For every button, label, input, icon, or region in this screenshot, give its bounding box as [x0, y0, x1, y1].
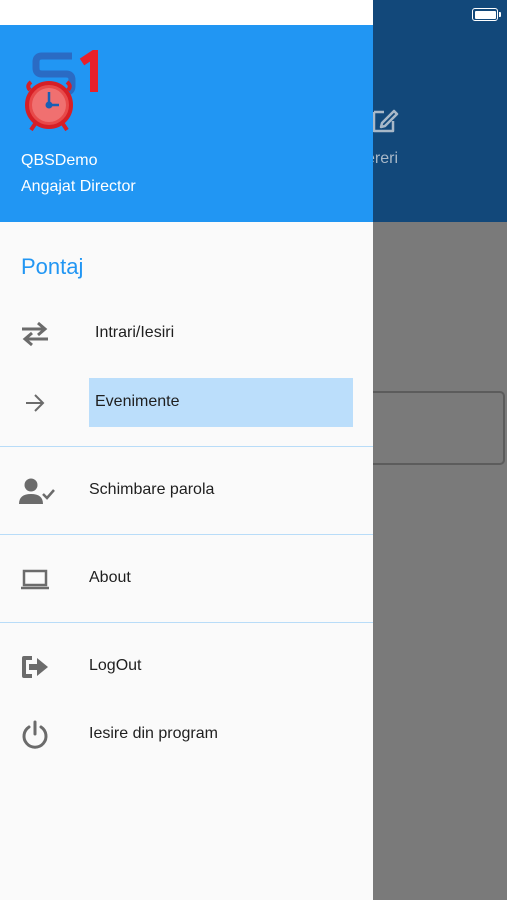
- battery-icon: [472, 8, 501, 21]
- divider: [0, 622, 373, 623]
- menu-item-label: Iesire din program: [89, 725, 218, 742]
- menu-item-label: Schimbare parola: [89, 481, 215, 498]
- app-name: QBSDemo: [21, 152, 98, 169]
- menu-item-label: Intrari/Iesiri: [95, 324, 175, 341]
- menu-item-label: About: [89, 569, 131, 586]
- person-check-icon: [19, 478, 55, 504]
- section-title-pontaj: Pontaj: [21, 254, 84, 279]
- menu-item-about[interactable]: About: [0, 550, 373, 608]
- menu-item-label: LogOut: [89, 657, 142, 674]
- menu-item-iesire-din-program[interactable]: Iesire din program: [0, 706, 373, 764]
- menu-item-schimbare-parola[interactable]: Schimbare parola: [0, 462, 373, 520]
- power-icon: [22, 720, 48, 749]
- laptop-icon: [21, 569, 49, 590]
- navigation-drawer: QBSDemo Angajat Director Pontaj Intrari/…: [0, 0, 373, 900]
- status-bar: [0, 0, 373, 25]
- swap-arrows-icon: [22, 321, 48, 347]
- menu-item-logout[interactable]: LogOut: [0, 638, 373, 696]
- logout-icon: [22, 656, 48, 678]
- menu-item-label: Evenimente: [95, 393, 180, 410]
- divider: [0, 446, 373, 447]
- menu-item-intrari-iesiri[interactable]: Intrari/Iesiri: [0, 305, 373, 363]
- user-role: Angajat Director: [21, 178, 136, 195]
- app-logo: [25, 50, 98, 132]
- divider: [0, 534, 373, 535]
- arrow-right-icon: [26, 394, 45, 412]
- menu-item-evenimente[interactable]: Evenimente: [0, 374, 373, 432]
